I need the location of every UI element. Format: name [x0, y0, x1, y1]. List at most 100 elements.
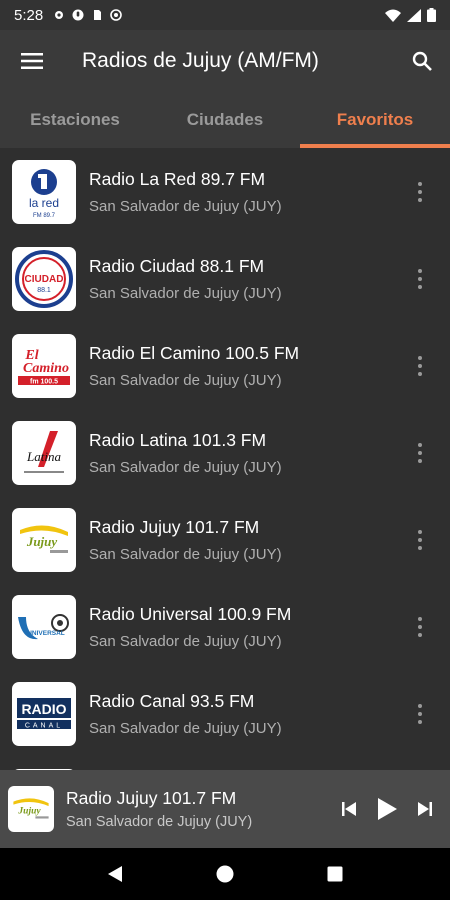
station-logo-latina: Latina	[12, 420, 76, 485]
back-button[interactable]	[95, 854, 135, 894]
more-options-button[interactable]	[400, 684, 440, 744]
svg-text:la red: la red	[29, 196, 59, 210]
tab-ciudades[interactable]: Ciudades	[150, 92, 300, 148]
station-name: Radio Canal 93.5 FM	[89, 690, 255, 711]
app-bar: Radios de Jujuy (AM/FM)	[0, 30, 450, 92]
station-logo-el-camino: El Camino fm 100.5	[12, 333, 76, 398]
station-city: San Salvador de Jujuy (JUY)	[89, 632, 282, 650]
universal-logo-icon: UNIVERSAL	[18, 613, 69, 639]
more-vert-icon	[418, 268, 422, 289]
station-name: Radio Ciudad 88.1 FM	[89, 255, 265, 276]
svg-text:Latina: Latina	[26, 449, 61, 464]
station-list[interactable]: la red FM 89.7 Radio La Red 89.7 FM San …	[0, 148, 450, 770]
more-options-button[interactable]	[400, 162, 440, 222]
svg-text:FM 89.7: FM 89.7	[33, 213, 56, 219]
radio-notification-icon	[110, 9, 123, 21]
station-row[interactable]: RADIO CANAL Radio Canal 93.5 FM San Salv…	[0, 670, 450, 757]
svg-text:fm 100.5: fm 100.5	[30, 378, 58, 385]
menu-icon	[21, 53, 43, 69]
svg-text:Jujuy: Jujuy	[26, 534, 58, 549]
more-vert-icon	[418, 181, 422, 202]
wifi-icon	[385, 9, 401, 22]
station-row[interactable]: El Camino fm 100.5 Radio El Camino 100.5…	[0, 322, 450, 409]
station-row-partial[interactable]	[0, 757, 450, 770]
station-row[interactable]: Latina Radio Latina 101.3 FM San Salvado…	[0, 409, 450, 496]
more-options-button[interactable]	[400, 249, 440, 309]
station-logo-ciudad: CIUDAD 88.1	[12, 246, 76, 311]
station-name: Radio La Red 89.7 FM	[89, 168, 266, 189]
station-city: San Salvador de Jujuy (JUY)	[89, 284, 282, 302]
play-button[interactable]	[368, 784, 406, 834]
station-city: San Salvador de Jujuy (JUY)	[89, 371, 282, 389]
player-station-name: Radio Jujuy 101.7 FM	[66, 788, 237, 808]
recents-icon	[327, 866, 343, 882]
ciudad-logo-icon: CIUDAD 88.1	[15, 249, 73, 308]
station-name: Radio Universal 100.9 FM	[89, 603, 292, 624]
station-name: Radio Latina 101.3 FM	[89, 429, 267, 450]
skip-next-icon	[418, 802, 432, 816]
jujuy-logo-icon: Jujuy	[20, 524, 68, 553]
jujuy-logo-icon: Jujuy	[13, 798, 49, 819]
settings-icon	[55, 11, 64, 19]
svg-text:CIUDAD: CIUDAD	[25, 274, 64, 285]
svg-text:88.1: 88.1	[37, 287, 51, 294]
mini-player[interactable]: Jujuy Radio Jujuy 101.7 FM San Salvador …	[0, 770, 450, 848]
svg-text:Camino: Camino	[23, 361, 69, 376]
el-camino-logo-icon: El Camino fm 100.5	[18, 348, 70, 385]
sd-card-icon	[94, 10, 102, 20]
station-logo-jujuy: Jujuy	[12, 507, 76, 572]
status-notification-icons	[53, 9, 123, 21]
station-logo-canal: RADIO CANAL	[12, 681, 76, 746]
status-time: 5:28	[14, 6, 44, 24]
station-row[interactable]: CIUDAD 88.1 Radio Ciudad 88.1 FM San Sal…	[0, 235, 450, 322]
station-logo-la-red: la red FM 89.7	[12, 159, 76, 224]
station-name: Radio Jujuy 101.7 FM	[89, 516, 260, 537]
player-station-city: San Salvador de Jujuy (JUY)	[66, 814, 253, 830]
latina-logo-icon: Latina	[24, 430, 64, 473]
search-button[interactable]	[394, 30, 450, 92]
station-name: Radio El Camino 100.5 FM	[89, 342, 300, 363]
more-options-button[interactable]	[400, 336, 440, 396]
status-system-icons	[385, 8, 436, 22]
more-vert-icon	[418, 442, 422, 463]
more-options-button[interactable]	[400, 597, 440, 657]
more-vert-icon	[418, 616, 422, 637]
app-title: Radios de Jujuy (AM/FM)	[82, 49, 319, 72]
player-station-logo: Jujuy	[8, 786, 54, 832]
mic-icon	[72, 9, 84, 21]
canal-logo-icon: RADIO CANAL	[17, 697, 71, 729]
svg-text:UNIVERSAL: UNIVERSAL	[27, 630, 65, 637]
battery-icon	[427, 8, 436, 22]
more-options-button[interactable]	[400, 510, 440, 570]
la-red-logo-icon: la red FM 89.7	[29, 168, 59, 219]
more-vert-icon	[418, 355, 422, 376]
play-icon	[378, 798, 397, 820]
station-city: San Salvador de Jujuy (JUY)	[89, 458, 282, 476]
system-nav-bar	[0, 848, 450, 900]
tab-favoritos[interactable]: Favoritos	[300, 92, 450, 148]
station-row[interactable]: la red FM 89.7 Radio La Red 89.7 FM San …	[0, 148, 450, 235]
recents-button[interactable]	[315, 854, 355, 894]
more-vert-icon	[418, 703, 422, 724]
home-icon	[216, 865, 234, 883]
station-city: San Salvador de Jujuy (JUY)	[89, 197, 282, 215]
tab-bar: Estaciones Ciudades Favoritos	[0, 92, 450, 148]
svg-text:CANAL: CANAL	[25, 722, 63, 729]
search-icon	[412, 51, 432, 71]
menu-button[interactable]	[0, 30, 64, 92]
home-button[interactable]	[205, 854, 245, 894]
next-button[interactable]	[406, 784, 444, 834]
skip-previous-icon	[342, 802, 356, 816]
tab-estaciones[interactable]: Estaciones	[0, 92, 150, 148]
station-city: San Salvador de Jujuy (JUY)	[89, 545, 282, 563]
station-logo-universal: UNIVERSAL	[12, 594, 76, 659]
station-row[interactable]: UNIVERSAL Radio Universal 100.9 FM San S…	[0, 583, 450, 670]
station-row[interactable]: Jujuy Radio Jujuy 101.7 FM San Salvador …	[0, 496, 450, 583]
station-city: San Salvador de Jujuy (JUY)	[89, 719, 282, 737]
previous-button[interactable]	[330, 784, 368, 834]
back-icon	[108, 866, 122, 882]
more-options-button[interactable]	[400, 423, 440, 483]
signal-icon	[407, 8, 421, 22]
status-bar: 5:28	[0, 0, 450, 30]
svg-text:Jujuy: Jujuy	[17, 806, 41, 816]
